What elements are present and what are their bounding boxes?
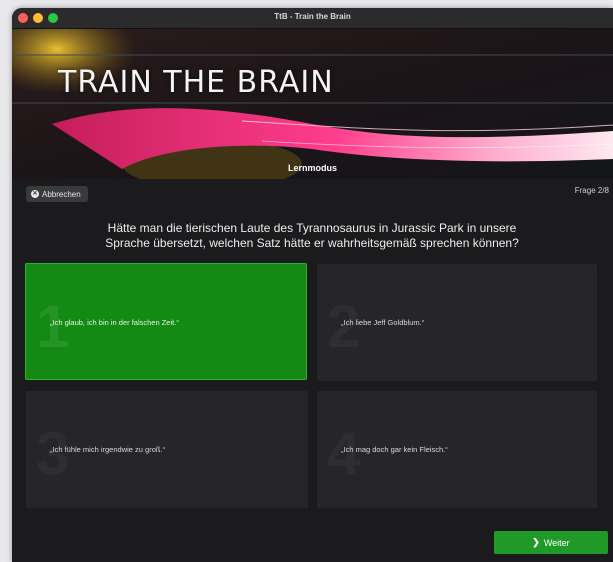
banner-image [12, 29, 613, 179]
title-bar: TtB - Train the Brain [12, 8, 613, 29]
banner: Train the Brain Lernmodus [12, 29, 613, 179]
answer-option-2[interactable]: 2 „Ich liebe Jeff Goldblum.“ [317, 264, 597, 381]
close-circle-icon: ✕ [31, 190, 39, 198]
next-label: Weiter [543, 537, 570, 548]
window-title: TtB - Train the Brain [274, 12, 351, 21]
answer-text: „Ich mag doch gar kein Fleisch.“ [341, 445, 448, 454]
mode-label: Lernmodus [287, 163, 337, 173]
chevron-right-icon: ❯ [532, 537, 540, 547]
question-line-2: Sprache übersetzt, welchen Satz hätte er… [105, 236, 519, 250]
answer-text: „Ich fühle mich irgendwie zu groß.“ [50, 445, 166, 454]
question-counter: Frage 2/8 [574, 186, 609, 195]
answer-option-3[interactable]: 3 „Ich fühle mich irgendwie zu groß.“ [26, 391, 308, 508]
cancel-label: Abbrechen [42, 189, 81, 199]
next-button[interactable]: ❯ Weiter [494, 531, 608, 554]
answer-option-4[interactable]: 4 „Ich mag doch gar kein Fleisch.“ [317, 391, 597, 508]
banner-title: Train the Brain [58, 65, 334, 100]
answer-text: „Ich glaub, ich bin in der falschen Zeit… [50, 318, 179, 327]
question-line-1: Hätte man die tierischen Laute des Tyran… [107, 221, 517, 235]
question-text: Hätte man die tierischen Laute des Tyran… [82, 221, 542, 251]
cancel-button[interactable]: ✕ Abbrechen [26, 186, 88, 202]
answer-option-1[interactable]: 1 „Ich glaub, ich bin in der falschen Ze… [25, 263, 307, 380]
app-window: TtB - Train the Brain TRAIN THE BRAIN Le… [12, 8, 613, 562]
answer-text: „Ich liebe Jeff Goldblum.“ [341, 318, 425, 327]
